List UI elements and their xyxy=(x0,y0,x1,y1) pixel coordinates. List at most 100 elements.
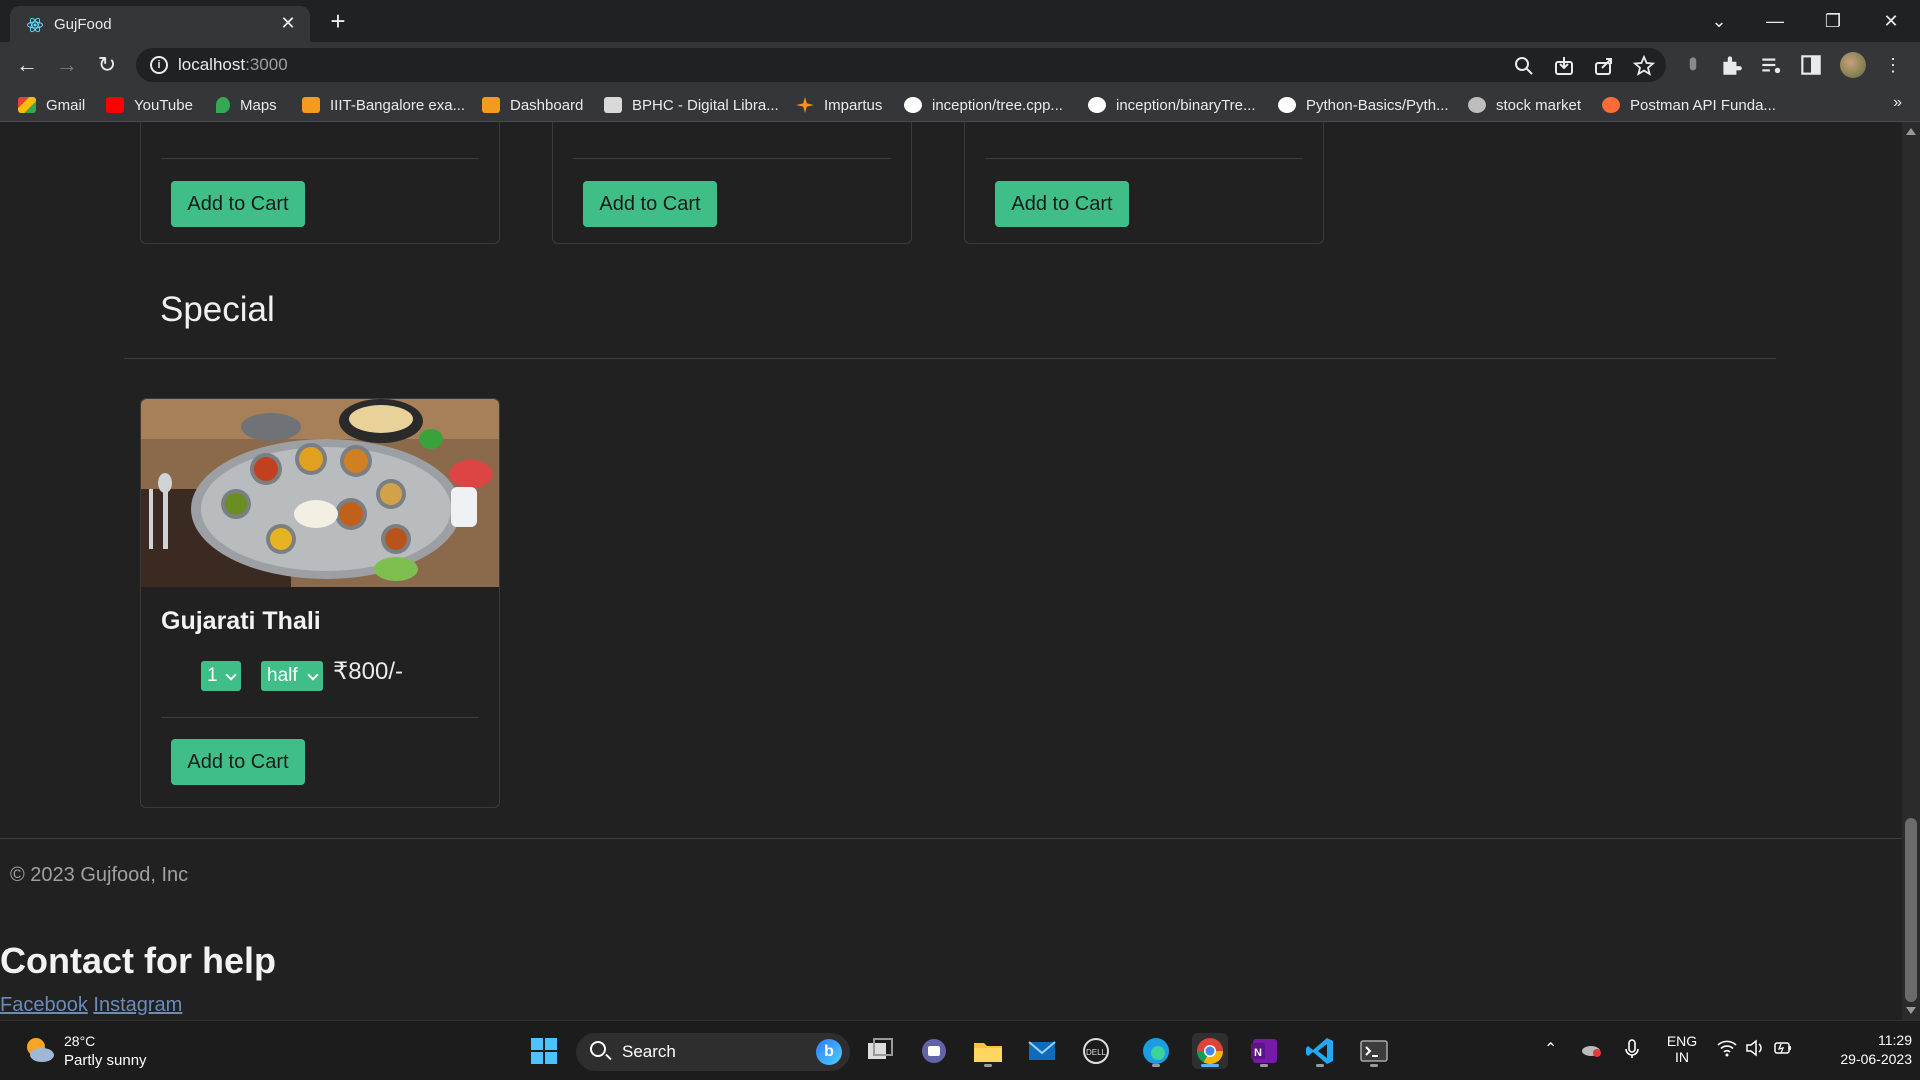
instagram-link[interactable]: Instagram xyxy=(93,994,182,1016)
bookmarks-overflow-icon[interactable]: » xyxy=(1893,94,1902,112)
maps-icon xyxy=(216,97,230,113)
bookmark-label: Maps xyxy=(240,96,277,114)
teams-chat-icon[interactable] xyxy=(916,1033,952,1069)
battery-icon[interactable] xyxy=(1772,1037,1794,1059)
bookmark-label: Python-Basics/Pyth... xyxy=(1306,96,1449,114)
file-explorer-app[interactable] xyxy=(970,1033,1006,1069)
add-to-cart-button[interactable]: Add to Cart xyxy=(171,181,305,227)
task-view-icon[interactable] xyxy=(862,1033,898,1069)
bookmark-stock-market[interactable]: stock market xyxy=(1468,95,1581,115)
media-queue-icon[interactable] xyxy=(1758,52,1784,78)
profile-avatar[interactable] xyxy=(1840,52,1866,78)
scroll-down-arrow-icon[interactable] xyxy=(1906,1007,1916,1014)
portion-value: half xyxy=(267,665,298,686)
back-arrow-icon[interactable]: ← xyxy=(12,50,42,80)
gmail-icon xyxy=(18,97,36,113)
bookmark-label: inception/tree.cpp... xyxy=(932,96,1063,114)
clock-time: 11:29 xyxy=(1878,1032,1912,1048)
chrome-app[interactable] xyxy=(1192,1033,1228,1069)
minimize-button[interactable]: — xyxy=(1760,6,1790,36)
app-running-indicator xyxy=(1201,1064,1219,1067)
bookmark-impartus[interactable]: Impartus xyxy=(796,95,882,115)
iiitb-icon xyxy=(302,97,320,113)
add-to-cart-button[interactable]: Add to Cart xyxy=(583,181,717,227)
menu-card: Add to Cart xyxy=(552,122,912,244)
address-bar[interactable]: i localhost:3000 xyxy=(136,48,1666,82)
bookmark-label: IIIT-Bangalore exa... xyxy=(330,96,466,114)
card-divider xyxy=(161,158,479,159)
mail-icon[interactable] xyxy=(1024,1033,1060,1069)
bookmark-gmail[interactable]: Gmail xyxy=(18,95,85,115)
share-icon[interactable] xyxy=(1592,54,1616,78)
menu-kebab-icon[interactable]: ⋮ xyxy=(1880,52,1906,78)
edge-app[interactable] xyxy=(1138,1033,1174,1069)
onedrive-icon[interactable] xyxy=(1580,1037,1604,1061)
clock-date: 29-06-2023 xyxy=(1840,1051,1912,1067)
portion-select[interactable]: half xyxy=(261,661,323,691)
extension-mic-icon[interactable] xyxy=(1680,52,1706,78)
bookmark-github-binarytree[interactable]: inception/binaryTre... xyxy=(1088,95,1256,115)
bookmark-github-tree[interactable]: inception/tree.cpp... xyxy=(904,95,1063,115)
browser-tab[interactable]: GujFood ✕ xyxy=(10,6,310,42)
bookmark-dashboard[interactable]: Dashboard xyxy=(482,95,583,115)
install-app-icon[interactable] xyxy=(1552,54,1576,78)
card-divider xyxy=(985,158,1303,159)
side-panel-icon[interactable] xyxy=(1798,52,1824,78)
chevron-down-icon xyxy=(225,669,237,681)
new-tab-button[interactable]: + xyxy=(324,8,352,36)
show-hidden-icons-chevron[interactable]: ⌃ xyxy=(1544,1039,1557,1059)
microphone-icon[interactable] xyxy=(1622,1037,1642,1061)
bing-icon[interactable]: b xyxy=(816,1039,842,1065)
bookmark-star-icon[interactable] xyxy=(1632,54,1656,78)
bookmark-label: Gmail xyxy=(46,96,86,114)
bookmark-youtube[interactable]: YouTube xyxy=(106,95,193,115)
github-icon xyxy=(904,97,922,113)
vscode-app[interactable] xyxy=(1302,1033,1338,1069)
bookmark-label: Impartus xyxy=(824,96,883,114)
scrollbar-thumb[interactable] xyxy=(1905,818,1917,1002)
add-to-cart-button[interactable]: Add to Cart xyxy=(995,181,1129,227)
wifi-icon[interactable] xyxy=(1716,1037,1738,1059)
card-divider xyxy=(573,158,891,159)
windows-start-icon[interactable] xyxy=(526,1033,562,1069)
bookmark-bphc[interactable]: BPHC - Digital Libra... xyxy=(604,95,779,115)
bookmark-iiitb[interactable]: IIIT-Bangalore exa... xyxy=(302,95,465,115)
bookmark-github-python[interactable]: Python-Basics/Pyth... xyxy=(1278,95,1449,115)
url-port: :3000 xyxy=(245,55,288,74)
bookmark-label: Postman API Funda... xyxy=(1630,96,1776,114)
zoom-search-icon[interactable] xyxy=(1512,54,1536,78)
volume-icon[interactable] xyxy=(1744,1037,1766,1059)
scroll-up-arrow-icon[interactable] xyxy=(1906,128,1916,135)
quantity-select[interactable]: 1 xyxy=(201,661,241,691)
reload-icon[interactable]: ↻ xyxy=(92,50,122,80)
forward-arrow-icon[interactable]: → xyxy=(52,50,82,80)
bookmark-postman[interactable]: Postman API Funda... xyxy=(1602,95,1776,115)
bookmark-maps[interactable]: Maps xyxy=(216,95,277,115)
close-window-button[interactable]: ✕ xyxy=(1876,6,1906,36)
onenote-app[interactable]: N xyxy=(1246,1033,1282,1069)
weather-description: Partly sunny xyxy=(64,1052,147,1069)
url-text[interactable]: localhost:3000 xyxy=(178,55,288,75)
add-to-cart-button[interactable]: Add to Cart xyxy=(171,739,305,785)
clock[interactable]: 11:29 29-06-2023 xyxy=(1812,1032,1912,1067)
windows-taskbar: 28°C Partly sunny Search b DELL N ⌃ ENG … xyxy=(0,1020,1920,1080)
menu-card: Add to Cart xyxy=(140,122,500,244)
dell-icon[interactable]: DELL xyxy=(1078,1033,1114,1069)
partly-sunny-icon[interactable] xyxy=(22,1033,56,1067)
footer-divider xyxy=(0,838,1902,839)
bookmark-label: BPHC - Digital Libra... xyxy=(632,96,779,114)
language-indicator[interactable]: ENG IN xyxy=(1662,1033,1702,1065)
thali-image xyxy=(141,399,499,587)
terminal-app[interactable] xyxy=(1356,1033,1392,1069)
taskbar-search[interactable]: Search b xyxy=(576,1033,850,1071)
restore-button[interactable]: ❐ xyxy=(1818,6,1848,36)
browser-toolbar: ← → ↻ i localhost:3000 ⋮ xyxy=(0,42,1920,88)
page-viewport: Add to Cart Add to Cart Add to Cart Spec… xyxy=(0,122,1920,1020)
tab-search-icon[interactable]: ⌄ xyxy=(1704,6,1734,36)
tab-close-icon[interactable]: ✕ xyxy=(278,13,298,33)
dashboard-icon xyxy=(482,97,500,113)
facebook-link[interactable]: Facebook xyxy=(0,994,88,1016)
page-scrollbar[interactable] xyxy=(1902,122,1920,1020)
extensions-puzzle-icon[interactable] xyxy=(1718,52,1744,78)
site-info-icon[interactable]: i xyxy=(150,56,168,74)
